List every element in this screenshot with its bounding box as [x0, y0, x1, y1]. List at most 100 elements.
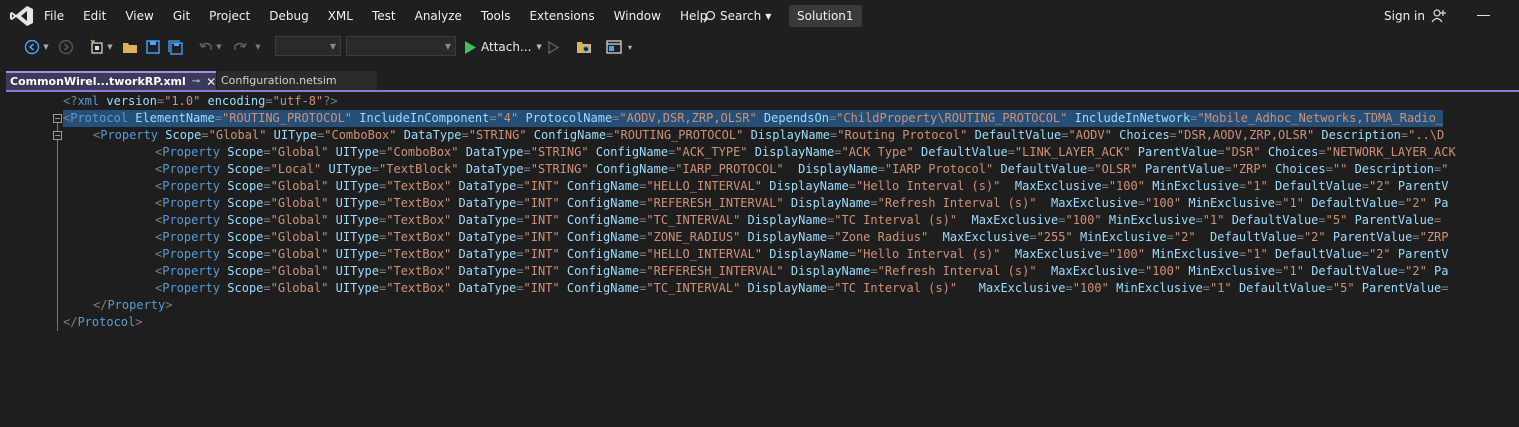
- new-project-dropdown-icon[interactable]: ▼: [106, 36, 114, 58]
- code-token: Property: [100, 128, 159, 142]
- menu-item-window[interactable]: Window: [614, 9, 661, 23]
- open-file-button[interactable]: [120, 36, 140, 58]
- configuration-dropdown[interactable]: ▼: [275, 36, 341, 56]
- code-token: ConfigName: [566, 281, 640, 295]
- redo-button[interactable]: [230, 36, 250, 58]
- menu-item-extensions[interactable]: Extensions: [529, 9, 594, 23]
- code-token: UIType: [335, 247, 380, 261]
- code-token: ParentValue: [1144, 162, 1225, 176]
- code-token: "255": [1036, 230, 1073, 244]
- menu-item-edit[interactable]: Edit: [83, 9, 106, 23]
- code-token: =: [516, 247, 524, 261]
- code-token: MaxExclusive: [971, 213, 1059, 227]
- menu-item-debug[interactable]: Debug: [269, 9, 308, 23]
- visual-studio-logo-icon[interactable]: [10, 5, 34, 27]
- menu-item-xml[interactable]: XML: [328, 9, 353, 23]
- tab-commonwireless-xml[interactable]: CommonWirel...tworkRP.xml ⊸ ✕: [6, 71, 216, 90]
- new-project-button[interactable]: [86, 36, 108, 58]
- open-folder-icon: [123, 43, 137, 53]
- code-content: <?xml version = "1.0" encoding = "utf-8"?> <…: [0, 92, 1456, 347]
- menu-item-file[interactable]: File: [44, 9, 64, 23]
- menu-item-tools[interactable]: Tools: [481, 9, 511, 23]
- code-token: DefaultValue: [1000, 162, 1088, 176]
- layout-button[interactable]: [604, 36, 624, 58]
- tab-configuration-netsim[interactable]: Configuration.netsim: [217, 71, 377, 90]
- code-token: ParentV: [1397, 179, 1449, 193]
- forward-button[interactable]: [56, 36, 76, 58]
- code-line: </Protocol>: [63, 314, 142, 331]
- code-token: DefaultValue: [1275, 179, 1362, 193]
- code-token: MaxExclusive: [942, 230, 1030, 244]
- sign-in-button[interactable]: Sign in: [1384, 0, 1447, 32]
- menu-item-test[interactable]: Test: [372, 9, 396, 23]
- code-token: DataType: [458, 230, 517, 244]
- minimize-window-button[interactable]: [1477, 15, 1490, 16]
- back-button[interactable]: [22, 36, 42, 58]
- code-line: <Property Scope="Local" UIType="TextBloc…: [155, 161, 1449, 178]
- menu-item-project[interactable]: Project: [209, 9, 250, 23]
- code-token: =: [1325, 281, 1333, 295]
- menu-item-view[interactable]: View: [125, 9, 153, 23]
- solution-explorer-button[interactable]: [574, 36, 594, 58]
- code-token: =: [1137, 264, 1145, 278]
- back-dropdown-icon[interactable]: ▼: [42, 36, 50, 58]
- collapse-icon[interactable]: −: [53, 131, 62, 140]
- code-token: =: [870, 264, 878, 278]
- code-line: <Protocol ElementName="ROUTING_PROTOCOL"…: [63, 110, 1444, 127]
- code-token: DataType: [458, 196, 517, 210]
- save-all-button[interactable]: [165, 36, 185, 58]
- code-token: "..\D: [1408, 128, 1445, 142]
- save-icon: [146, 40, 160, 54]
- window-layout-icon: [606, 40, 622, 54]
- code-token: Pa: [1434, 196, 1449, 210]
- solution-name-badge[interactable]: Solution1: [789, 5, 862, 27]
- code-token: =: [516, 179, 524, 193]
- code-token: "REFERESH_INTERVAL": [646, 264, 784, 278]
- code-token: DisplayName: [747, 281, 828, 295]
- code-token: "INT": [523, 281, 560, 295]
- close-icon[interactable]: ✕: [206, 75, 216, 89]
- undo-button[interactable]: [196, 36, 216, 58]
- code-token: ConfigName: [595, 145, 669, 159]
- attach-button[interactable]: Attach... ▼: [464, 36, 542, 58]
- pin-icon[interactable]: ⊸: [192, 76, 200, 87]
- code-token: ParentValue: [1361, 281, 1442, 295]
- code-token: DependsOn: [763, 111, 829, 125]
- redo-dropdown-icon[interactable]: ▼: [254, 36, 262, 58]
- code-line: </Property>: [93, 297, 172, 314]
- code-token: "Global": [270, 179, 329, 193]
- code-token: Scope: [227, 213, 264, 227]
- code-token: "": [1332, 162, 1348, 176]
- undo-dropdown-icon[interactable]: ▼: [215, 36, 223, 58]
- start-without-debugging-button[interactable]: [545, 36, 561, 58]
- toolbar-overflow-icon[interactable]: ▾: [625, 36, 635, 58]
- code-token: =: [1195, 213, 1203, 227]
- code-token: DisplayName: [790, 196, 871, 210]
- undo-icon: [199, 42, 212, 50]
- code-token: "2": [1303, 230, 1326, 244]
- collapse-icon[interactable]: −: [53, 114, 62, 123]
- menu-item-git[interactable]: Git: [173, 9, 190, 23]
- code-token: "Refresh Interval (s)": [877, 196, 1037, 210]
- code-token: =: [516, 196, 524, 210]
- platform-dropdown[interactable]: ▼: [346, 36, 456, 56]
- code-line: <Property Scope="Global" UIType="TextBox…: [155, 280, 1449, 297]
- menu-item-analyze[interactable]: Analyze: [415, 9, 462, 23]
- code-token: Property: [162, 145, 221, 159]
- code-token: ConfigName: [566, 196, 640, 210]
- code-token: "TextBox": [386, 230, 452, 244]
- code-token: "Global": [270, 145, 329, 159]
- save-button[interactable]: [143, 36, 163, 58]
- code-token: Protocol: [77, 315, 136, 329]
- code-token: DataType: [465, 145, 524, 159]
- code-token: MaxExclusive: [1051, 264, 1138, 278]
- search-button[interactable]: Search ▼: [703, 0, 771, 32]
